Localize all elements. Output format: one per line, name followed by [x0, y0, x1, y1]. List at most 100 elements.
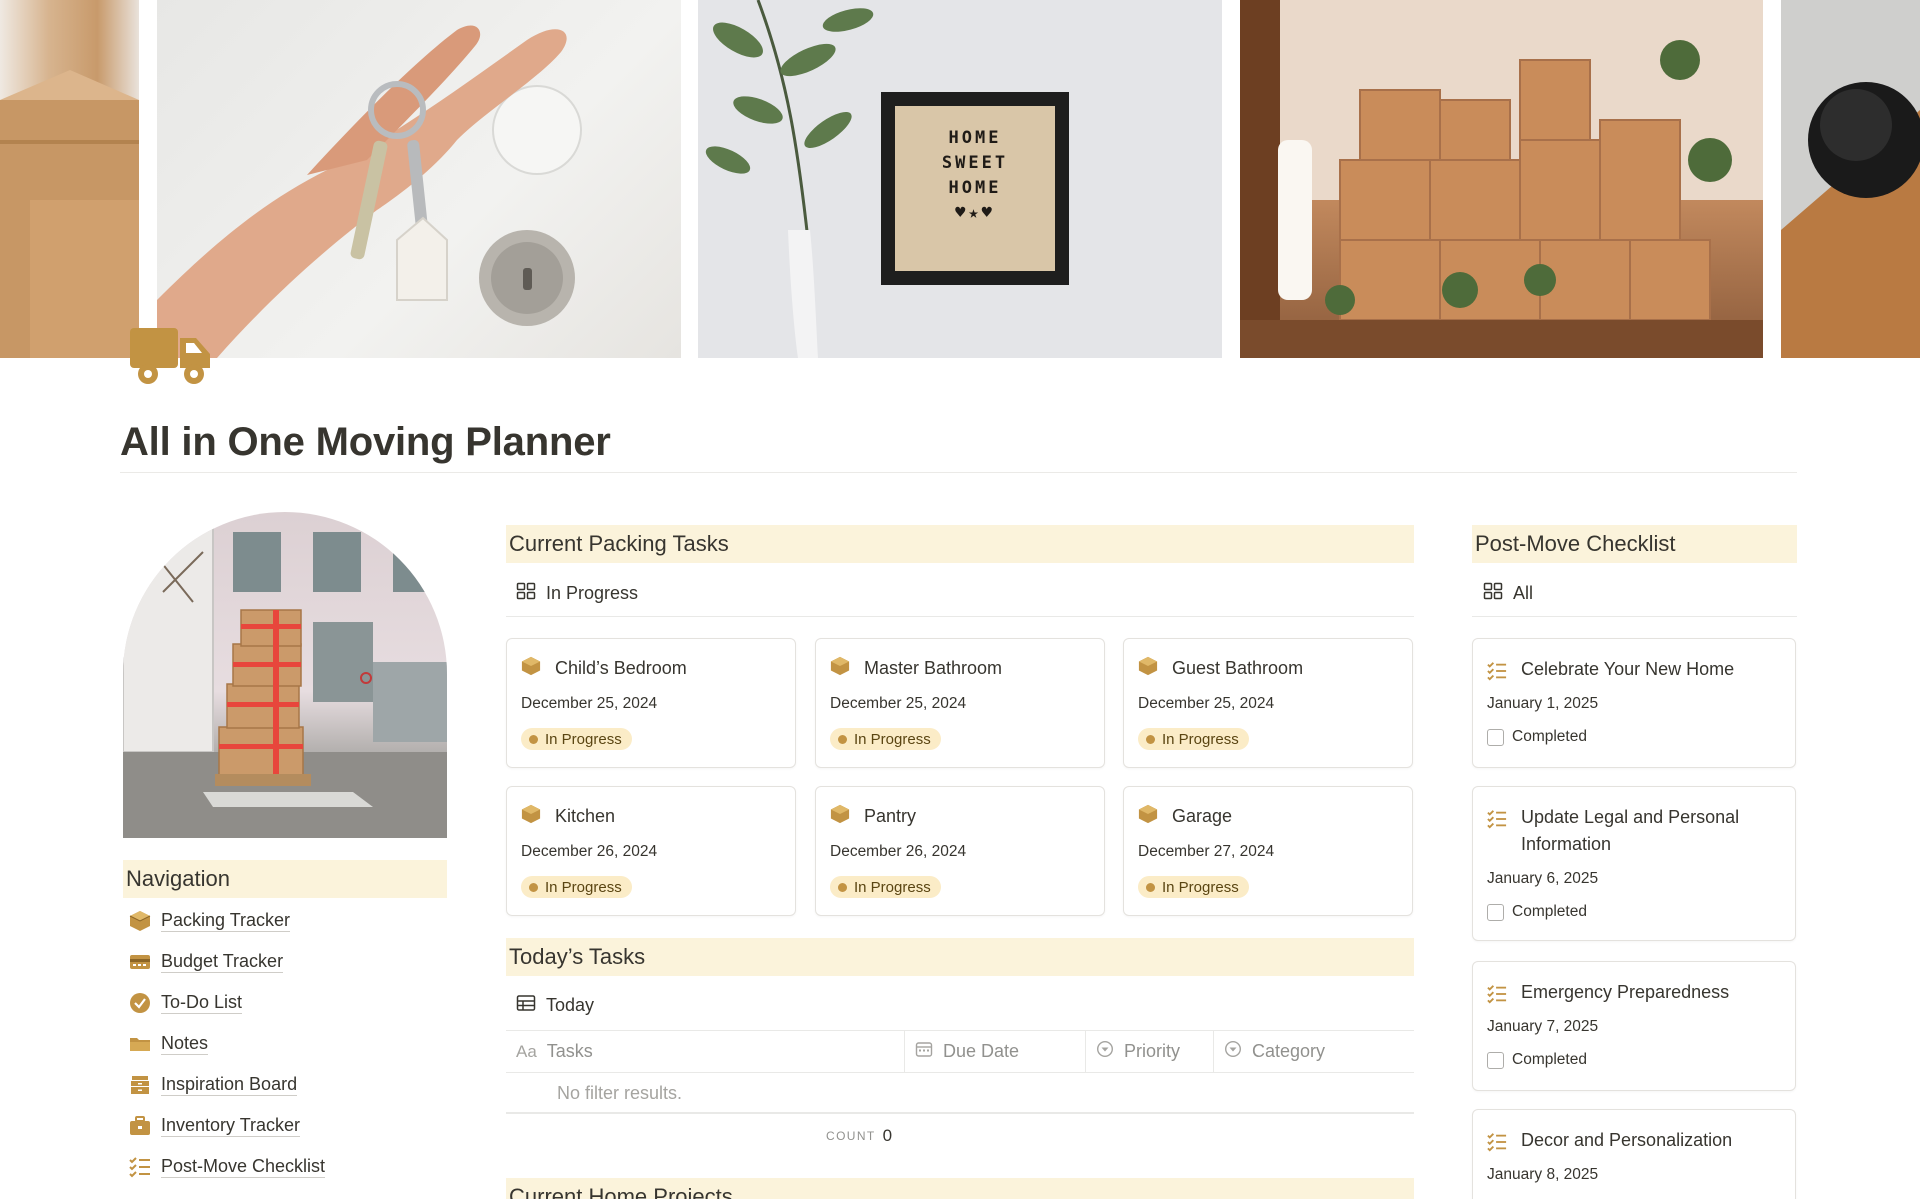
column-header-category[interactable]: Category [1214, 1031, 1414, 1072]
view-tab-label: Today [546, 995, 595, 1015]
folder-icon [123, 1033, 161, 1055]
completed-checkbox-row[interactable]: Completed [1487, 1051, 1587, 1069]
packing-card[interactable]: Garage December 27, 2024 In Progress [1123, 786, 1413, 916]
card-date: December 26, 2024 [521, 843, 658, 860]
card-title: Pantry [864, 806, 917, 826]
status-label: In Progress [854, 730, 931, 748]
table-count[interactable]: COUNT 0 [826, 1126, 892, 1146]
packing-card[interactable]: Child’s Bedroom December 25, 2024 In Pro… [506, 638, 796, 768]
nav-item-label: Packing Tracker [161, 910, 291, 932]
nav-item-label: Inventory Tracker [161, 1115, 301, 1137]
count-label: COUNT [826, 1129, 876, 1143]
package-icon [123, 910, 161, 932]
status-badge: In Progress [830, 876, 941, 898]
packing-tasks-heading: Current Packing Tasks [506, 525, 1414, 563]
text-property-icon: Aa [516, 1041, 537, 1061]
packing-card[interactable]: Kitchen December 26, 2024 In Progress [506, 786, 796, 916]
nav-item-label: Notes [161, 1033, 209, 1055]
packing-card[interactable]: Master Bathroom December 25, 2024 In Pro… [815, 638, 1105, 768]
nav-item-post-move-checklist[interactable]: Post-Move Checklist [123, 1146, 447, 1187]
checkbox-label: Completed [1512, 1051, 1587, 1068]
card-date: December 27, 2024 [1138, 843, 1275, 860]
card-title: Decor and Personalization [1521, 1130, 1733, 1150]
checklist-card[interactable]: Emergency Preparedness January 7, 2025 C… [1472, 961, 1796, 1091]
home-projects-heading: Current Home Projects [506, 1178, 1414, 1199]
letterboard-line: ♥★♥ [955, 203, 995, 223]
checkbox[interactable] [1487, 1051, 1504, 1069]
checklist-card[interactable]: Celebrate Your New Home January 1, 2025 … [1472, 638, 1796, 768]
letterboard-line: HOME [948, 128, 1002, 148]
empty-results-message: No filter results. [506, 1073, 1414, 1114]
view-divider [506, 616, 1414, 617]
checklist-card[interactable]: Update Legal and Personal Information Ja… [1472, 786, 1796, 941]
package-icon [830, 656, 850, 681]
briefcase-icon [123, 1115, 161, 1137]
nav-item-budget-tracker[interactable]: Budget Tracker [123, 941, 447, 982]
checklist-icon [1487, 656, 1507, 689]
navigation-heading: Navigation [123, 860, 447, 898]
card-date: December 25, 2024 [1138, 695, 1275, 712]
card-date: December 26, 2024 [830, 843, 967, 860]
packing-card[interactable]: Guest Bathroom December 25, 2024 In Prog… [1123, 638, 1413, 768]
card-title: Master Bathroom [864, 658, 1003, 678]
card-title: Guest Bathroom [1172, 658, 1304, 678]
credit-card-icon [123, 951, 161, 973]
tab-in-progress[interactable]: In Progress [516, 581, 638, 606]
table-header: Aa Tasks Due Date Priority Category [506, 1030, 1414, 1073]
post-move-checklist-heading: Post-Move Checklist [1472, 525, 1797, 563]
checklist-icon [123, 1156, 161, 1178]
card-date: December 25, 2024 [521, 695, 658, 712]
column-header-priority[interactable]: Priority [1086, 1031, 1214, 1072]
view-tab-label: All [1513, 583, 1534, 603]
checklist-card[interactable]: Decor and Personalization January 8, 202… [1472, 1109, 1796, 1199]
checkbox-label: Completed [1512, 728, 1587, 745]
nav-item-label: Inspiration Board [161, 1074, 298, 1096]
column-header-tasks[interactable]: Aa Tasks [506, 1031, 905, 1072]
status-dot [1146, 734, 1155, 744]
card-title: Child’s Bedroom [555, 658, 687, 678]
letterboard-line: SWEET [941, 153, 1009, 173]
nav-item-inspiration-board[interactable]: Inspiration Board [123, 1064, 447, 1105]
nav-item-inventory-tracker[interactable]: Inventory Tracker [123, 1105, 447, 1146]
truck-icon[interactable] [130, 324, 214, 390]
status-dot [529, 882, 538, 892]
package-icon [1138, 804, 1158, 829]
status-dot [1146, 882, 1155, 892]
nav-item-packing-tracker[interactable]: Packing Tracker [123, 900, 447, 941]
card-title: Emergency Preparedness [1521, 982, 1730, 1002]
nav-item-label: Budget Tracker [161, 951, 284, 973]
column-label: Tasks [546, 1041, 593, 1061]
moving-boxes-photo [0, 0, 139, 358]
tab-all[interactable]: All [1483, 581, 1533, 606]
page-title: All in One Moving Planner [120, 420, 611, 464]
view-tab-label: In Progress [546, 583, 639, 603]
calendar-icon [915, 1040, 933, 1063]
gallery-view-icon [1483, 581, 1503, 606]
column-label: Category [1252, 1041, 1326, 1061]
nav-item-notes[interactable]: Notes [123, 1023, 447, 1064]
card-date: December 25, 2024 [830, 695, 967, 712]
view-divider [1472, 616, 1797, 617]
moving-boxes-hero-photo [123, 512, 447, 838]
card-date: January 1, 2025 [1487, 695, 1599, 712]
checkbox[interactable] [1487, 903, 1504, 921]
archive-icon [123, 1074, 161, 1096]
column-header-due-date[interactable]: Due Date [905, 1031, 1086, 1072]
letterboard-text: HOME SWEET HOME ♥★♥ [895, 126, 1055, 226]
status-badge: In Progress [521, 876, 632, 898]
gallery-view-icon [516, 581, 536, 606]
nav-item-to-do-list[interactable]: To-Do List [123, 982, 447, 1023]
tab-today[interactable]: Today [516, 993, 594, 1018]
column-label: Due Date [943, 1041, 1020, 1061]
status-label: In Progress [1162, 878, 1239, 896]
nav-item-label: To-Do List [161, 992, 243, 1014]
navigation-list: Packing Tracker Budget Tracker To-Do Lis… [123, 900, 447, 1187]
package-icon [1138, 656, 1158, 681]
column-label: Priority [1124, 1041, 1181, 1061]
packing-card[interactable]: Pantry December 26, 2024 In Progress [815, 786, 1105, 916]
status-label: In Progress [1162, 730, 1239, 748]
checklist-icon [1487, 1127, 1507, 1160]
completed-checkbox-row[interactable]: Completed [1487, 903, 1587, 921]
completed-checkbox-row[interactable]: Completed [1487, 728, 1587, 746]
checkbox[interactable] [1487, 728, 1504, 746]
